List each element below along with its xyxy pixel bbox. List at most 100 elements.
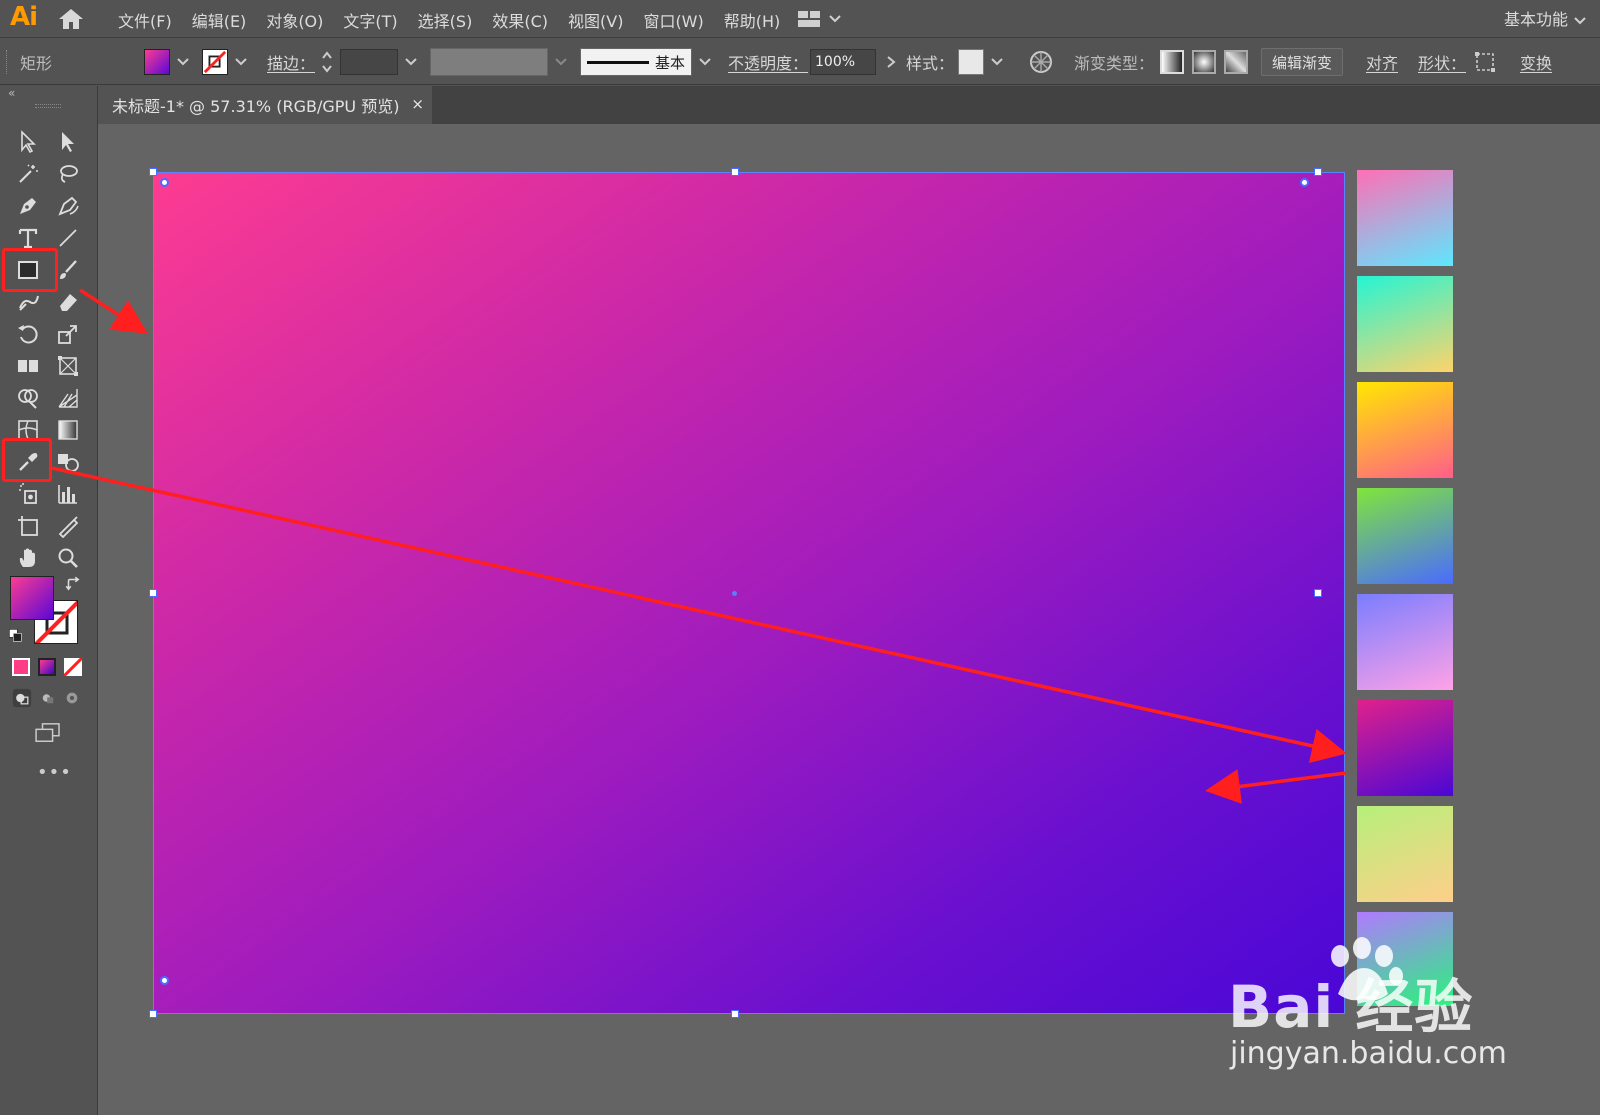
hand-tool-icon[interactable] xyxy=(12,544,44,572)
home-icon[interactable] xyxy=(58,8,84,30)
handle-top-left[interactable] xyxy=(149,168,157,176)
watermark-url: jingyan.baidu.com xyxy=(1230,1036,1507,1071)
menu-file[interactable]: 文件(F) xyxy=(118,8,172,32)
shaper-tool-icon[interactable] xyxy=(12,288,44,316)
shape-properties-icon[interactable] xyxy=(1474,39,1496,85)
draw-behind-icon[interactable] xyxy=(36,686,60,710)
brush-definition[interactable]: 基本 xyxy=(580,39,712,85)
radial-gradient-icon[interactable] xyxy=(1192,50,1216,74)
rectangle-tool-highlight xyxy=(2,248,58,292)
transform-button[interactable]: 变换 xyxy=(1520,50,1552,74)
handle-middle-left[interactable] xyxy=(149,589,157,597)
direct-selection-tool-icon[interactable] xyxy=(52,128,84,156)
screen-mode-icon[interactable] xyxy=(32,720,64,746)
arrange-documents-icon[interactable] xyxy=(798,10,844,28)
corner-widget-top-right[interactable] xyxy=(1300,178,1309,187)
collapse-panel-icon[interactable]: « xyxy=(8,86,15,100)
menu-select[interactable]: 选择(S) xyxy=(418,8,473,32)
menu-object[interactable]: 对象(O) xyxy=(266,8,323,32)
corner-widget-bottom-left[interactable] xyxy=(160,976,169,985)
brush-definition-field[interactable]: 基本 xyxy=(580,48,692,76)
menu-help[interactable]: 帮助(H) xyxy=(724,8,781,32)
opacity-control[interactable]: 100% xyxy=(810,39,898,85)
stroke-label[interactable]: 描边： xyxy=(267,50,315,74)
draw-normal-icon[interactable] xyxy=(10,686,34,710)
menu-bar: Ai 文件(F) 编辑(E) 对象(O) 文字(T) 选择(S) 效果(C) 视… xyxy=(0,0,1600,38)
default-fill-stroke-icon[interactable] xyxy=(4,624,28,648)
main-menu: 文件(F) 编辑(E) 对象(O) 文字(T) 选择(S) 效果(C) 视图(V… xyxy=(118,8,800,32)
width-tool-icon[interactable] xyxy=(12,352,44,380)
pen-tool-icon[interactable] xyxy=(12,192,44,220)
perspective-grid-tool-icon[interactable] xyxy=(52,384,84,412)
menu-view[interactable]: 视图(V) xyxy=(568,8,623,32)
stroke-color-control[interactable] xyxy=(202,39,248,85)
opacity-input[interactable]: 100% xyxy=(810,49,876,75)
symbol-sprayer-tool-icon[interactable] xyxy=(12,480,44,508)
handle-top-center[interactable] xyxy=(731,168,739,176)
menu-edit[interactable]: 编辑(E) xyxy=(192,8,247,32)
scale-tool-icon[interactable] xyxy=(52,320,84,348)
workspace-switcher[interactable]: 基本功能 xyxy=(1504,6,1586,30)
gradient-tool-icon[interactable] xyxy=(52,416,84,444)
draw-inside-icon[interactable] xyxy=(60,686,84,710)
handle-bottom-left[interactable] xyxy=(149,1010,157,1018)
free-transform-tool-icon[interactable] xyxy=(52,352,84,380)
opacity-label[interactable]: 不透明度： xyxy=(728,50,808,74)
close-tab-icon[interactable]: × xyxy=(411,95,424,113)
graphic-style-picker[interactable] xyxy=(958,39,1004,85)
blend-tool-icon[interactable] xyxy=(52,448,84,476)
graphic-style-swatch[interactable] xyxy=(958,49,984,75)
canvas[interactable]: Bai 经验 jingyan.baidu.com xyxy=(98,124,1600,1115)
magic-wand-tool-icon[interactable] xyxy=(12,160,44,188)
chevron-right-icon[interactable] xyxy=(884,55,898,69)
swap-fill-stroke-icon[interactable] xyxy=(60,572,86,596)
selection-tool-icon[interactable] xyxy=(12,128,44,156)
rotate-tool-icon[interactable] xyxy=(12,320,44,348)
fill-color-control[interactable] xyxy=(144,39,190,85)
fill-swatch[interactable] xyxy=(144,49,170,75)
variable-width-profile[interactable] xyxy=(430,39,568,85)
stroke-none-swatch[interactable] xyxy=(202,49,228,75)
align-button[interactable]: 对齐 xyxy=(1366,50,1398,74)
more-tools-icon[interactable]: ••• xyxy=(37,762,72,783)
lasso-tool-icon[interactable] xyxy=(52,160,84,188)
column-graph-tool-icon[interactable] xyxy=(52,480,84,508)
gradient-swatch[interactable] xyxy=(1357,700,1453,796)
linear-gradient-icon[interactable] xyxy=(1160,50,1184,74)
gradient-swatch[interactable] xyxy=(1357,806,1453,902)
shape-label[interactable]: 形状： xyxy=(1418,50,1466,74)
curvature-tool-icon[interactable] xyxy=(52,192,84,220)
color-mode-button[interactable] xyxy=(12,658,30,676)
stroke-weight-stepper[interactable] xyxy=(320,39,418,85)
handle-top-right[interactable] xyxy=(1314,168,1322,176)
gradient-swatch[interactable] xyxy=(1357,488,1453,584)
recolor-artwork-icon[interactable] xyxy=(1029,39,1053,85)
corner-widget-top-left[interactable] xyxy=(160,178,169,187)
gradient-swatch[interactable] xyxy=(1357,276,1453,372)
handle-bottom-center[interactable] xyxy=(731,1010,739,1018)
handle-middle-right[interactable] xyxy=(1314,589,1322,597)
zoom-tool-icon[interactable] xyxy=(52,544,84,572)
menu-effect[interactable]: 效果(C) xyxy=(492,8,548,32)
menu-window[interactable]: 窗口(W) xyxy=(643,8,703,32)
menu-type[interactable]: 文字(T) xyxy=(343,8,397,32)
gradient-swatch[interactable] xyxy=(1357,170,1453,266)
slice-tool-icon[interactable] xyxy=(52,512,84,540)
stroke-weight-field[interactable] xyxy=(340,49,398,75)
gradient-swatch[interactable] xyxy=(1357,382,1453,478)
gradient-swatch[interactable] xyxy=(1357,594,1453,690)
document-tab[interactable]: 未标题-1* @ 57.31% (RGB/GPU 预览) × xyxy=(98,86,432,124)
none-mode-button[interactable] xyxy=(64,658,82,676)
stepper-icon[interactable] xyxy=(320,49,334,75)
edit-gradient-button[interactable]: 编辑渐变 xyxy=(1261,48,1344,76)
fill-color-swatch[interactable] xyxy=(10,576,54,620)
artboard-tool-icon[interactable] xyxy=(12,512,44,540)
variable-width-field[interactable] xyxy=(430,48,548,76)
object-type-label: 矩形 xyxy=(20,54,53,73)
gradient-mode-button[interactable] xyxy=(38,658,56,676)
watermark-brand: Bai 经验 xyxy=(1228,973,1474,1041)
panel-grip[interactable] xyxy=(35,104,61,108)
shape-builder-tool-icon[interactable] xyxy=(12,384,44,412)
freeform-gradient-icon[interactable] xyxy=(1224,50,1248,74)
eraser-tool-icon[interactable] xyxy=(52,288,84,316)
